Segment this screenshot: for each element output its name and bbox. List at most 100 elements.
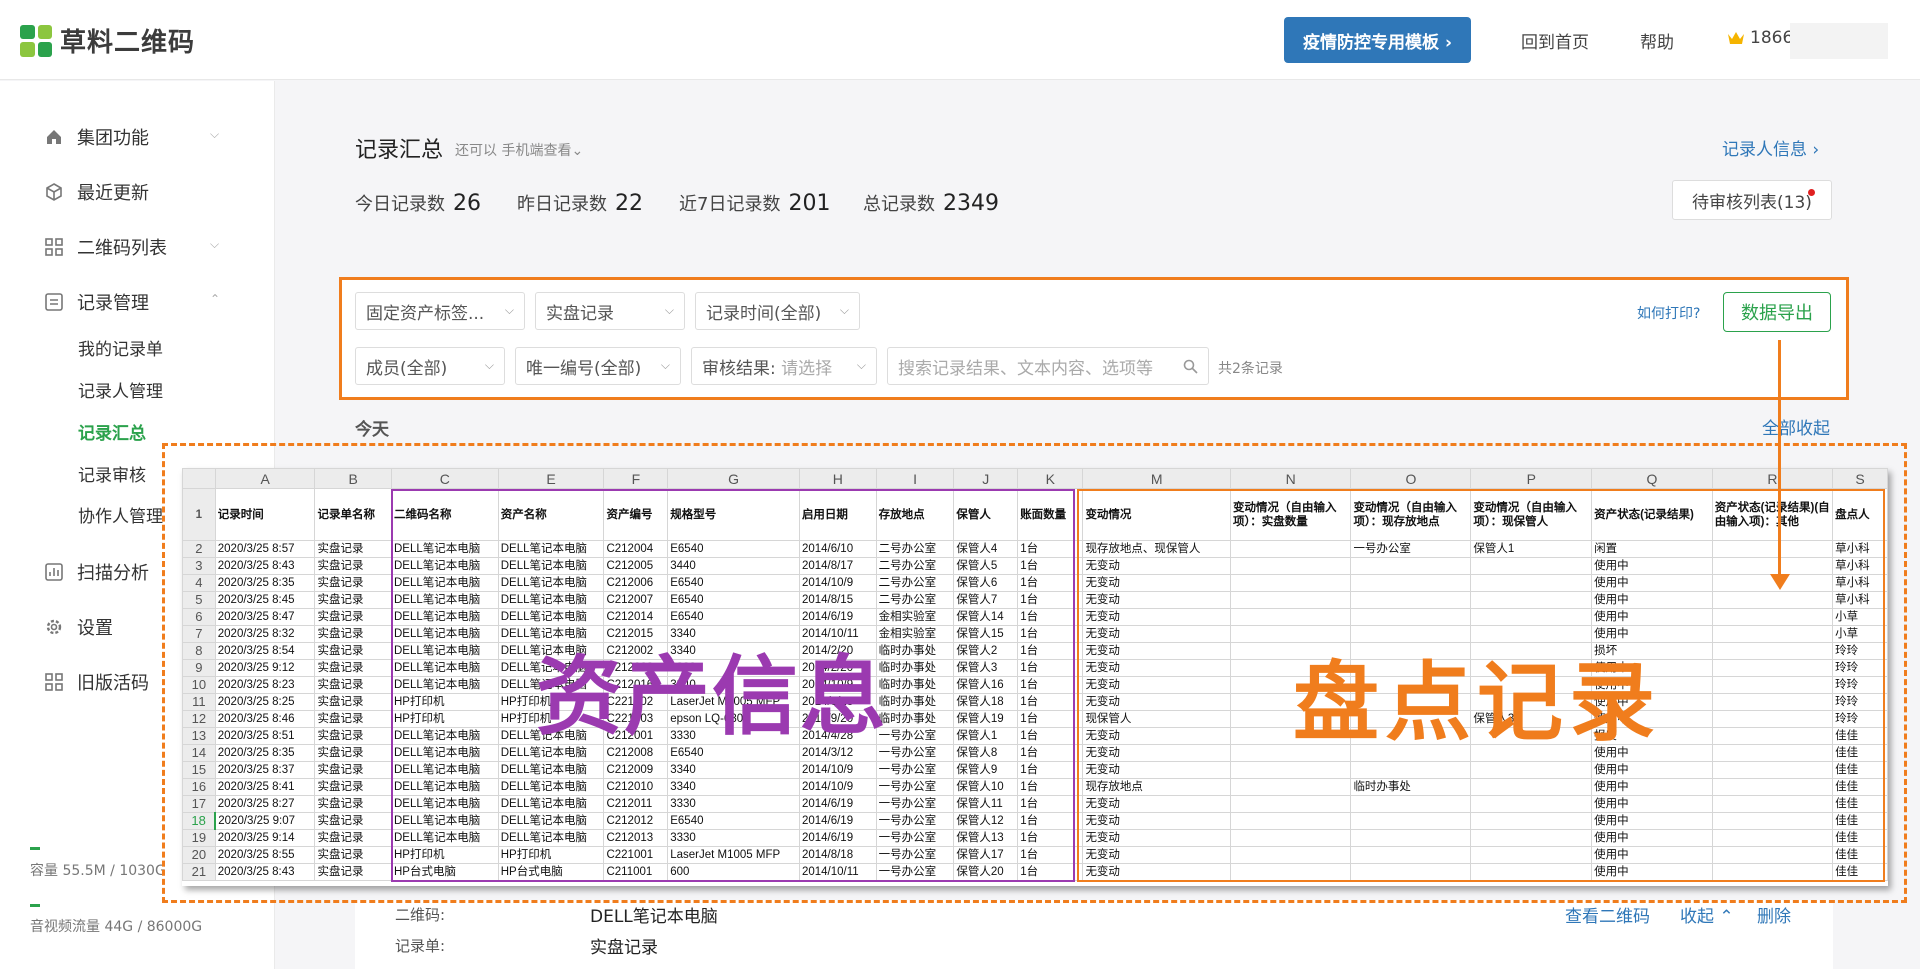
header-cell[interactable]: 记录时间: [214, 488, 316, 541]
table-cell[interactable]: 无变动: [1082, 625, 1231, 643]
table-cell[interactable]: 二号办公室: [875, 574, 955, 592]
table-cell[interactable]: 实盘记录: [314, 846, 392, 864]
table-cell[interactable]: C212012: [603, 812, 669, 830]
table-cell[interactable]: 2014/8/18: [798, 846, 877, 864]
table-cell[interactable]: 2020/3/25 8:43: [214, 557, 316, 575]
table-cell[interactable]: 2020/3/25 8:41: [214, 778, 316, 796]
unique-id-select[interactable]: 唯一编号(全部) ⌵: [515, 347, 681, 385]
table-cell[interactable]: 草小科: [1832, 557, 1888, 575]
table-cell[interactable]: 2014/8/17: [798, 557, 877, 575]
table-cell[interactable]: 实盘记录: [314, 608, 392, 626]
table-cell[interactable]: [1711, 642, 1834, 660]
table-cell[interactable]: [1711, 608, 1834, 626]
table-cell[interactable]: C211001: [603, 863, 669, 881]
table-cell[interactable]: 1台: [1017, 778, 1084, 796]
header-cell[interactable]: 资产状态(记录结果): [1591, 488, 1713, 541]
table-cell[interactable]: [1229, 540, 1352, 558]
table-cell[interactable]: [1711, 778, 1834, 796]
header-cell[interactable]: 规格型号: [667, 488, 800, 541]
table-cell[interactable]: 1台: [1017, 829, 1084, 847]
table-cell[interactable]: 佳佳: [1832, 863, 1888, 881]
table-cell[interactable]: 1台: [1017, 693, 1084, 711]
table-cell[interactable]: DELL笔记本电脑: [391, 812, 499, 830]
table-cell[interactable]: 无变动: [1082, 727, 1231, 745]
table-cell[interactable]: 1台: [1017, 710, 1084, 728]
table-cell[interactable]: 2014/6/10: [798, 540, 877, 558]
table-cell[interactable]: [1711, 744, 1834, 762]
table-cell[interactable]: DELL笔记本电脑: [391, 727, 499, 745]
table-cell[interactable]: 实盘记录: [314, 727, 392, 745]
table-cell[interactable]: 2014/10/9: [798, 778, 877, 796]
table-cell[interactable]: 现存放地点: [1082, 778, 1231, 796]
table-cell[interactable]: 无变动: [1082, 744, 1231, 762]
table-cell[interactable]: 实盘记录: [314, 829, 392, 847]
table-cell[interactable]: 小草: [1832, 625, 1888, 643]
table-cell[interactable]: 1台: [1017, 812, 1084, 830]
table-cell[interactable]: E6540: [667, 574, 800, 592]
sidebar-sub-collaborators[interactable]: 协作人管理: [78, 502, 163, 527]
table-cell[interactable]: C212011: [603, 795, 669, 813]
row-number[interactable]: 16: [182, 778, 216, 796]
table-cell[interactable]: [1711, 795, 1834, 813]
table-cell[interactable]: HP台式电脑: [391, 863, 499, 881]
column-letter[interactable]: J: [953, 468, 1019, 489]
table-cell[interactable]: [1350, 557, 1472, 575]
table-cell[interactable]: [1470, 574, 1593, 592]
table-cell[interactable]: 2020/3/25 8:35: [214, 744, 316, 762]
table-cell[interactable]: 一号办公室: [875, 846, 955, 864]
table-cell[interactable]: 2014/6/19: [798, 795, 877, 813]
table-cell[interactable]: 2020/3/25 8:32: [214, 625, 316, 643]
epidemic-template-button[interactable]: 疫情防控专用模板 ›: [1284, 17, 1471, 63]
column-letter[interactable]: B: [314, 468, 392, 489]
table-cell[interactable]: DELL笔记本电脑: [391, 778, 499, 796]
table-cell[interactable]: C212005: [603, 557, 669, 575]
column-letter[interactable]: G: [667, 468, 800, 489]
table-cell[interactable]: 3340: [667, 761, 800, 779]
table-cell[interactable]: 一号办公室: [1350, 540, 1472, 558]
table-cell[interactable]: 无变动: [1082, 761, 1231, 779]
header-cell[interactable]: 变动情况: [1082, 488, 1231, 541]
table-cell[interactable]: DELL笔记本电脑: [497, 591, 605, 609]
table-cell[interactable]: 闲置: [1591, 540, 1713, 558]
table-cell[interactable]: 使用中: [1591, 591, 1713, 609]
table-cell[interactable]: C212009: [603, 761, 669, 779]
table-cell[interactable]: 无变动: [1082, 812, 1231, 830]
header-cell[interactable]: 变动情况（自由输入项）：现存放地点: [1350, 488, 1472, 541]
row-number[interactable]: 3: [182, 557, 216, 575]
table-cell[interactable]: 无变动: [1082, 557, 1231, 575]
table-cell[interactable]: 3340: [667, 778, 800, 796]
table-cell[interactable]: 1台: [1017, 863, 1084, 881]
help-link[interactable]: 帮助: [1640, 28, 1674, 53]
record-form-select[interactable]: 实盘记录 ⌵: [535, 292, 685, 330]
table-cell[interactable]: 无变动: [1082, 693, 1231, 711]
collapse-all-link[interactable]: 全部收起: [1762, 414, 1830, 439]
table-cell[interactable]: [1711, 710, 1834, 728]
table-cell[interactable]: E6540: [667, 812, 800, 830]
table-cell[interactable]: 2020/3/25 8:45: [214, 591, 316, 609]
export-data-button[interactable]: 数据导出: [1723, 292, 1831, 332]
table-cell[interactable]: 实盘记录: [314, 676, 392, 694]
table-cell[interactable]: 保管人19: [953, 710, 1019, 728]
column-letter[interactable]: N: [1229, 468, 1352, 489]
table-cell[interactable]: 1台: [1017, 846, 1084, 864]
table-cell[interactable]: [1229, 829, 1352, 847]
table-cell[interactable]: [1350, 863, 1472, 881]
row-number[interactable]: 18: [182, 812, 217, 830]
table-cell[interactable]: 玲玲: [1832, 642, 1888, 660]
table-cell[interactable]: 实盘记录: [314, 693, 392, 711]
table-cell[interactable]: 实盘记录: [314, 710, 392, 728]
table-cell[interactable]: 保管人13: [953, 829, 1019, 847]
table-cell[interactable]: 2014/6/19: [798, 608, 877, 626]
column-letter[interactable]: K: [1017, 468, 1084, 489]
table-cell[interactable]: 使用中: [1591, 608, 1713, 626]
table-cell[interactable]: 二号办公室: [875, 591, 955, 609]
table-cell[interactable]: 2020/3/25 9:12: [214, 659, 316, 677]
table-cell[interactable]: [1229, 778, 1352, 796]
table-cell[interactable]: 佳佳: [1832, 744, 1888, 762]
table-cell[interactable]: DELL笔记本电脑: [497, 795, 605, 813]
table-cell[interactable]: [1470, 608, 1593, 626]
table-cell[interactable]: 保管人5: [953, 557, 1019, 575]
header-cell[interactable]: 二维码名称: [391, 488, 499, 541]
table-cell[interactable]: 现存放地点、现保管人: [1082, 540, 1231, 558]
table-cell[interactable]: 2014/10/9: [798, 761, 877, 779]
